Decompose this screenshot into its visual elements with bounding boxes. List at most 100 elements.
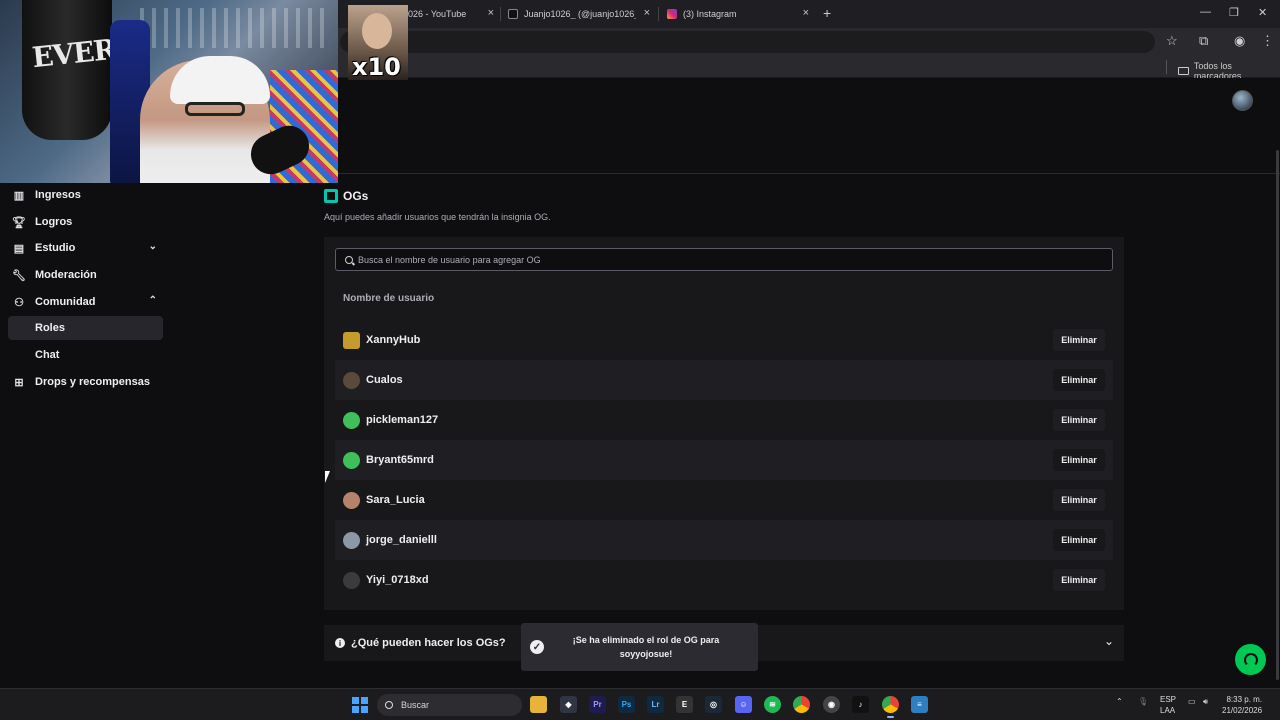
scrollbar[interactable] xyxy=(1276,150,1279,680)
avatar xyxy=(343,571,360,589)
sidebar-item-drops[interactable]: ⊞ Drops y recompensas xyxy=(8,370,163,394)
chrome-icon[interactable] xyxy=(793,696,810,713)
system-clock[interactable]: 8:33 p. m. 21/02/2026 xyxy=(1222,694,1262,716)
sidebar-item-label: Comunidad xyxy=(35,296,96,308)
lightroom-icon[interactable]: Lr xyxy=(647,696,664,713)
search-icon xyxy=(345,255,353,264)
avatar xyxy=(343,411,360,429)
table-row: Yiyi_0718xd Eliminar xyxy=(335,560,1113,600)
sidebar-item-chat[interactable]: Chat xyxy=(8,343,163,367)
username: XannyHub xyxy=(366,334,421,346)
tab-instagram[interactable]: (3) Instagram × xyxy=(667,4,809,24)
premiere-icon[interactable]: Pr xyxy=(589,696,606,713)
help-button[interactable] xyxy=(1235,644,1266,675)
sidebar-item-comunidad[interactable]: ⚇ Comunidad ⌃ xyxy=(8,290,163,314)
obs-icon[interactable]: ◉ xyxy=(823,696,840,713)
extensions-icon[interactable]: ⧉ xyxy=(1199,33,1208,49)
file-explorer-icon[interactable] xyxy=(530,696,547,713)
search-field[interactable] xyxy=(335,248,1113,271)
menu-icon[interactable]: ⋮ xyxy=(1261,33,1274,49)
close-icon[interactable]: × xyxy=(803,7,809,19)
sidebar-item-label: Roles xyxy=(35,322,65,334)
minimize-icon[interactable]: — xyxy=(1200,6,1211,18)
bookmark-star-icon[interactable]: ☆ xyxy=(1166,33,1178,49)
tab-youtube[interactable]: 026 - YouTube × xyxy=(408,4,494,24)
tiktok-icon[interactable]: ♪ xyxy=(852,696,869,713)
search-icon xyxy=(385,701,393,709)
string-lights xyxy=(140,8,330,48)
remove-button[interactable]: Eliminar xyxy=(1053,529,1105,551)
restore-icon[interactable]: ❐ xyxy=(1229,6,1239,19)
remove-button[interactable]: Eliminar xyxy=(1053,449,1105,471)
tab-tiktok[interactable]: Juanjo1026_ (@juanjo1026_) | T × xyxy=(508,4,650,24)
taskbar-search[interactable]: Buscar xyxy=(377,694,522,716)
page-title: OGs xyxy=(324,189,368,203)
profile-icon[interactable]: ◉ xyxy=(1234,33,1245,49)
windows-start-icon[interactable] xyxy=(352,697,368,713)
language-indicator[interactable]: ESP LAA xyxy=(1160,694,1176,716)
photoshop-icon[interactable]: Ps xyxy=(618,696,635,713)
glasses xyxy=(185,102,245,116)
steam-icon[interactable]: ◎ xyxy=(705,696,722,713)
chevron-down-icon: ⌄ xyxy=(1103,634,1114,648)
sidebar-item-label: Logros xyxy=(35,216,73,228)
microphone-icon[interactable]: 🎙︎ xyxy=(1138,697,1148,706)
avatar xyxy=(343,371,360,389)
close-icon[interactable]: × xyxy=(488,7,494,19)
sidebar-item-ingresos[interactable]: ▥ Ingresos xyxy=(8,183,163,207)
column-header: Nombre de usuario xyxy=(343,293,435,304)
display-icon[interactable]: ▭ xyxy=(1188,697,1196,706)
username: Yiyi_0718xd xyxy=(366,574,429,586)
sidebar-item-logros[interactable]: 🏆︎ Logros xyxy=(8,210,163,234)
sidebar-item-roles[interactable]: Roles xyxy=(8,316,163,340)
spotify-icon[interactable]: ≋ xyxy=(764,696,781,713)
remove-button[interactable]: Eliminar xyxy=(1053,489,1105,511)
meme-overlay: x10 xyxy=(348,5,408,80)
remove-button[interactable]: Eliminar xyxy=(1053,569,1105,591)
new-tab-icon[interactable]: + xyxy=(823,5,831,21)
close-icon[interactable]: × xyxy=(644,7,650,19)
app-icon[interactable]: ◆ xyxy=(560,696,577,713)
avatar xyxy=(343,491,360,509)
chevron-up-icon[interactable]: ⌃ xyxy=(1116,697,1123,706)
tab-separator xyxy=(658,7,659,21)
mouse-cursor-icon xyxy=(325,471,335,483)
close-window-icon[interactable]: ✕ xyxy=(1258,6,1267,19)
speaker-icon[interactable]: 🔊︎ xyxy=(1203,697,1208,707)
chrome-icon[interactable] xyxy=(882,696,899,718)
tab-title: Juanjo1026_ (@juanjo1026_) | T xyxy=(524,9,636,19)
windows-taskbar: Buscar ◆ Pr Ps Lr E ◎ ☺ ≋ ◉ ♪ ≡ ⌃ 🎙︎ ESP… xyxy=(0,688,1280,720)
remove-button[interactable]: Eliminar xyxy=(1053,329,1105,351)
search-input[interactable] xyxy=(358,254,1098,265)
sidebar-item-estudio[interactable]: ▤ Estudio ⌄ xyxy=(8,236,163,260)
table-row: Sara_Lucia Eliminar xyxy=(335,480,1113,520)
toast-message: ¡Se ha eliminado el rol de OG para soyyo… xyxy=(572,635,720,659)
wrench-icon: 🔧︎ xyxy=(12,269,26,282)
community-icon: ⚇ xyxy=(14,296,24,309)
clock-time: 8:33 p. m. xyxy=(1226,695,1263,704)
tab-separator xyxy=(500,7,501,21)
notepad-icon[interactable]: ≡ xyxy=(911,696,928,713)
discord-icon[interactable]: ☺ xyxy=(735,696,752,713)
address-bar[interactable] xyxy=(340,31,1155,53)
meme-face xyxy=(362,13,392,49)
keyboard-layout: LAA xyxy=(1160,706,1176,715)
studio-icon: ▤ xyxy=(13,242,25,255)
remove-button[interactable]: Eliminar xyxy=(1053,369,1105,391)
gift-icon: ⊞ xyxy=(14,376,24,389)
og-badge-icon xyxy=(324,189,338,203)
sidebar-item-moderacion[interactable]: 🔧︎ Moderación xyxy=(8,263,163,287)
username: pickleman127 xyxy=(366,414,439,426)
meme-text: x10 xyxy=(352,53,401,80)
webcam-overlay: EVERL xyxy=(0,0,338,183)
cap xyxy=(170,56,270,104)
avatar[interactable] xyxy=(1232,90,1253,111)
sidebar-item-label: Moderación xyxy=(35,269,97,281)
info-icon: i xyxy=(335,638,345,648)
folder-icon xyxy=(1178,67,1189,75)
remove-button[interactable]: Eliminar xyxy=(1053,409,1105,431)
tiktok-icon xyxy=(508,9,518,19)
epic-games-icon[interactable]: E xyxy=(676,696,693,713)
sidebar-item-label: Estudio xyxy=(35,242,76,254)
chevron-up-icon: ⌃ xyxy=(148,295,157,306)
